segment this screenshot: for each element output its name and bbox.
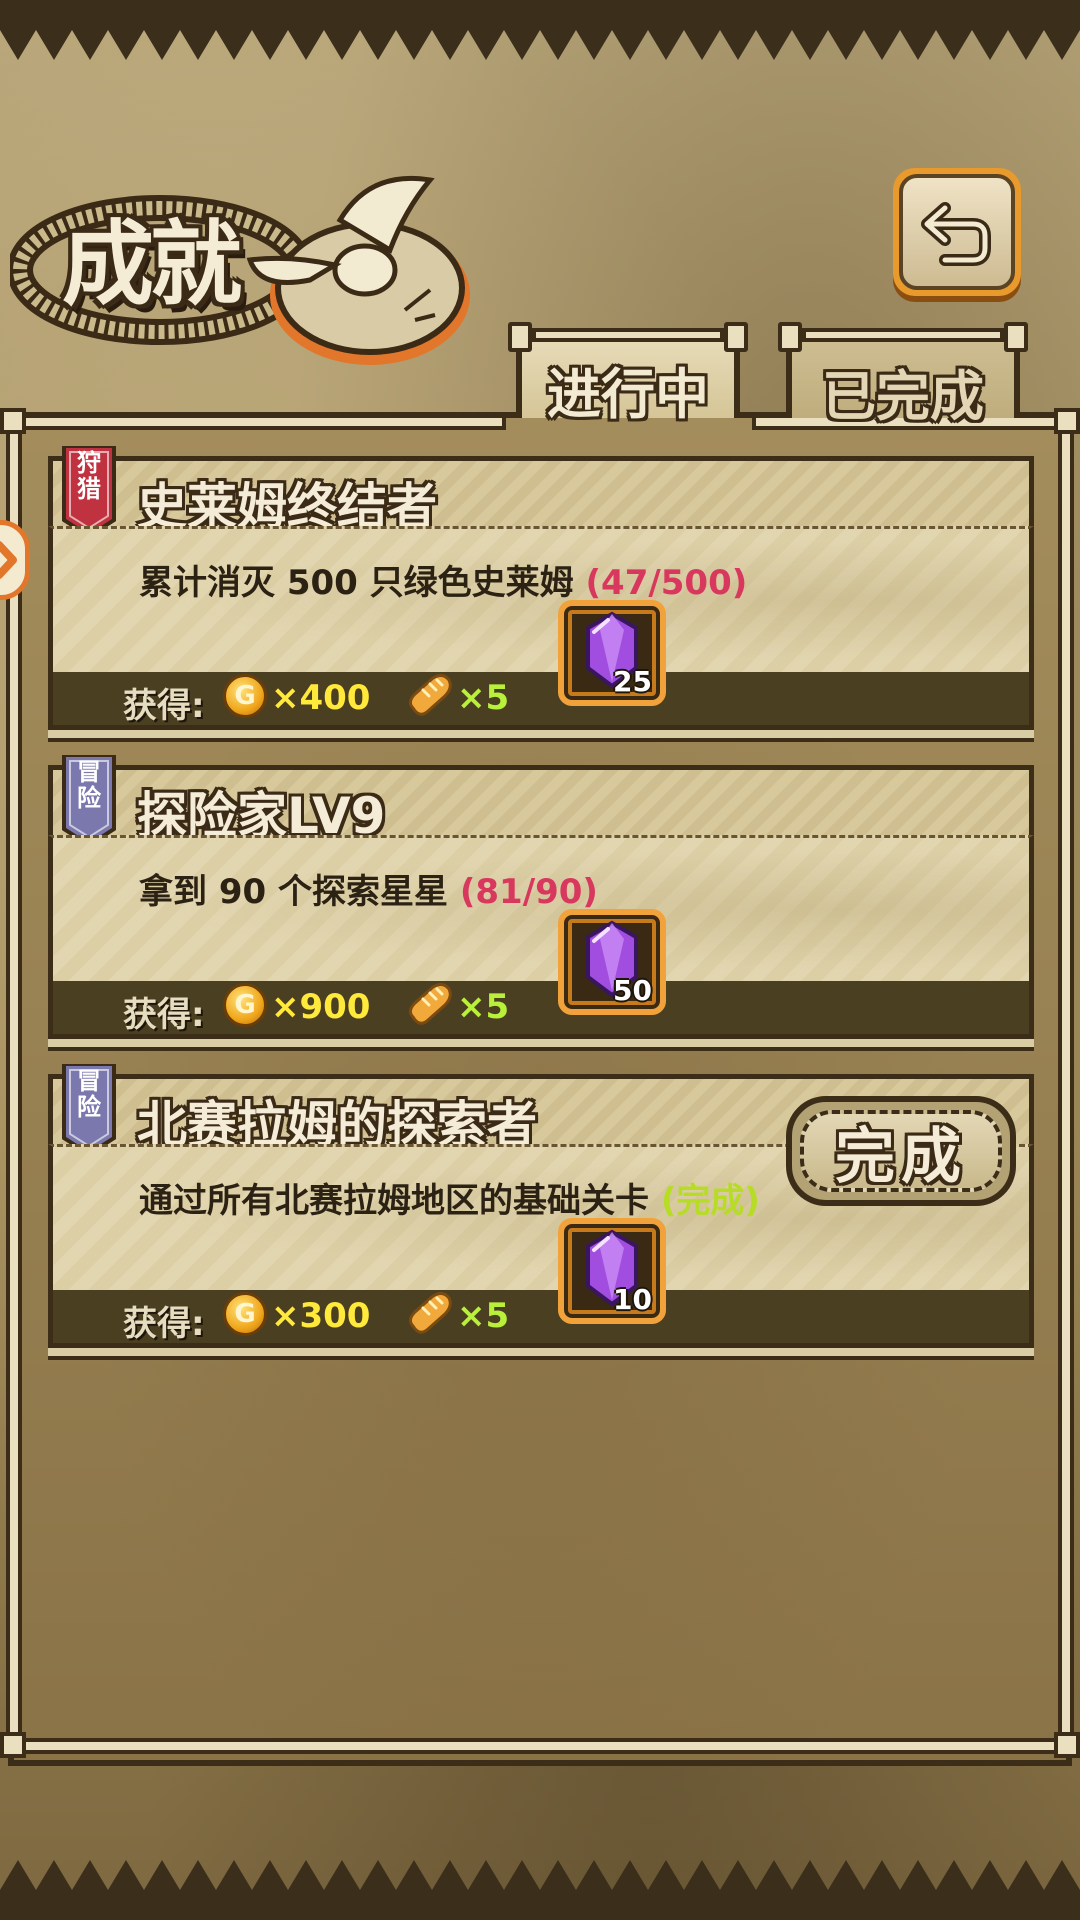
- gem-count: 10: [613, 1283, 652, 1316]
- gem-reward: 50: [558, 909, 666, 1015]
- reward-bar: 获得: G ×900 ×5: [48, 981, 1034, 1039]
- achievement-progress: (完成): [660, 1181, 760, 1221]
- achievement-card: 史莱姆终结者 狩猎 累计消灭 500 只绿色史莱姆 (47/500) 获得: G…: [48, 446, 1034, 746]
- tab-completed-label: 已完成: [822, 365, 984, 428]
- category-label: 冒险: [77, 1067, 101, 1121]
- category-label: 冒险: [77, 758, 101, 812]
- achievement-header: 探险家LV9: [48, 765, 1034, 845]
- achievement-card: 探险家LV9 冒险 拿到 90 个探索星星 (81/90) 获得: G ×900…: [48, 755, 1034, 1055]
- tab-in-progress[interactable]: 进行中: [508, 322, 748, 426]
- achievement-body: 累计消灭 500 只绿色史莱姆 (47/500): [48, 526, 1034, 672]
- gem-count: 50: [613, 974, 652, 1007]
- complete-button[interactable]: 完成: [786, 1096, 1016, 1206]
- achievement-progress: (47/500): [585, 563, 748, 603]
- coin-amount: ×900: [271, 987, 371, 1027]
- category-label: 狩猎: [77, 449, 101, 503]
- achievement-description: 累计消灭 500 只绿色史莱姆 (47/500): [139, 563, 748, 603]
- reward-bar: 获得: G ×400 ×5: [48, 672, 1034, 730]
- bread-amount: ×5: [457, 1296, 510, 1336]
- bread-icon: [408, 673, 452, 716]
- top-zigzag-border: [0, 0, 1080, 60]
- reward-label: 获得:: [123, 995, 205, 1035]
- achievement-description: 拿到 90 个探索星星 (81/90): [139, 872, 598, 912]
- bread-amount: ×5: [457, 678, 510, 718]
- bottom-zigzag-border: [0, 1860, 1080, 1920]
- gold-coin-icon: G: [223, 674, 267, 718]
- achievement-description: 通过所有北赛拉姆地区的基础关卡 (完成): [139, 1181, 760, 1221]
- complete-button-label: 完成: [835, 1121, 967, 1192]
- reward-label: 获得:: [123, 1304, 205, 1344]
- reward-bar: 获得: G ×300 ×5: [48, 1290, 1034, 1348]
- achievement-header: 史莱姆终结者: [48, 456, 1034, 536]
- bread-icon: [408, 982, 452, 1025]
- tab-in-progress-label: 进行中: [547, 363, 709, 426]
- gem-reward: 10: [558, 1218, 666, 1324]
- gem-count: 25: [613, 665, 652, 698]
- return-arrow-icon: [921, 202, 991, 266]
- achievement-body: 拿到 90 个探索星星 (81/90): [48, 835, 1034, 981]
- page-title: 成就: [62, 210, 242, 318]
- gold-coin-icon: G: [223, 983, 267, 1027]
- achievement-progress: (81/90): [459, 872, 598, 912]
- bread-amount: ×5: [457, 987, 510, 1027]
- coin-amount: ×300: [271, 1296, 371, 1336]
- gold-coin-icon: G: [223, 1292, 267, 1336]
- back-button[interactable]: [893, 168, 1021, 296]
- bread-icon: [408, 1291, 452, 1334]
- gem-reward: 25: [558, 600, 666, 706]
- coin-amount: ×400: [271, 678, 371, 718]
- reward-label: 获得:: [123, 686, 205, 726]
- tab-completed[interactable]: 已完成: [778, 322, 1028, 428]
